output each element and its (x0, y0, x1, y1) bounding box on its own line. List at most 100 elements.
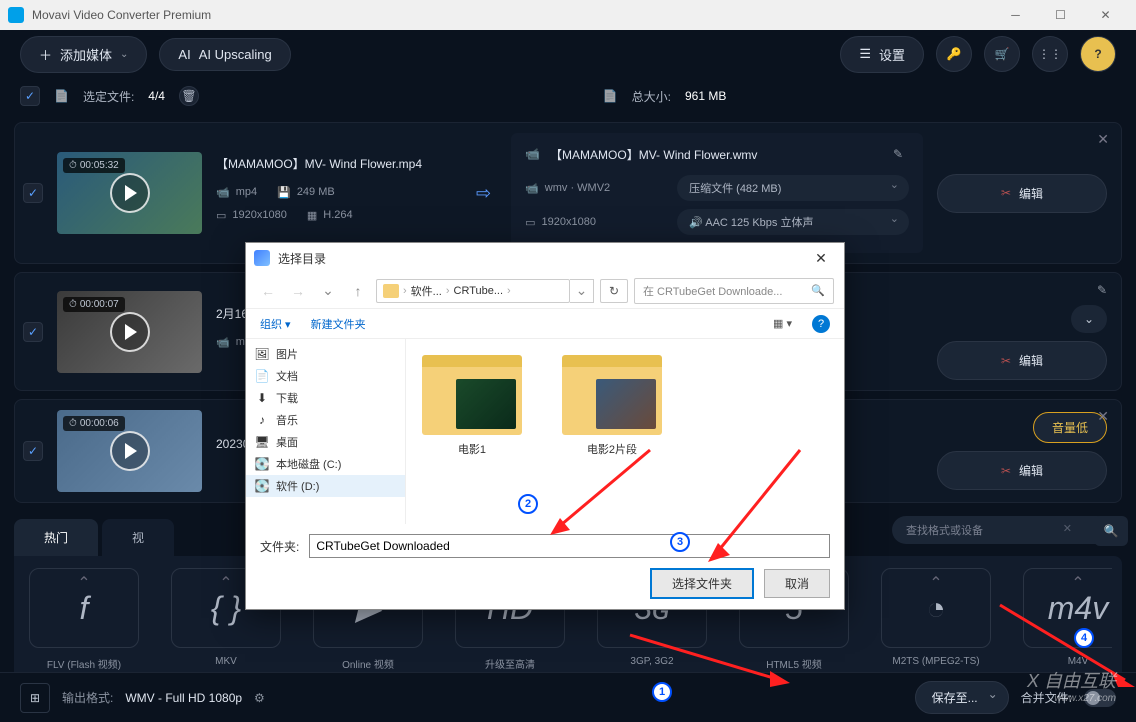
rename-icon[interactable]: ✎ (887, 143, 909, 165)
gear-icon[interactable]: ⚙ (254, 691, 265, 705)
video-thumbnail[interactable]: ⏱ 00:05:32 (57, 152, 202, 234)
nav-back-button[interactable]: ← (256, 279, 280, 303)
play-icon[interactable] (110, 431, 150, 471)
edit-button[interactable]: ✂ 编辑 (937, 174, 1107, 213)
dialog-titlebar: 选择目录 ✕ (246, 243, 844, 273)
output-format: 📹 wmv · WMV2 (525, 182, 665, 195)
key-button[interactable]: 🔑 (936, 36, 972, 72)
tab-video[interactable]: 视 (102, 519, 174, 556)
source-meta: 【MAMAMOO】MV- Wind Flower.mp4 📹 mp4 💾 249… (216, 155, 456, 232)
video-thumbnail[interactable]: ⏱ 00:00:07 (57, 291, 202, 373)
clear-search-icon[interactable]: ✕ (1063, 522, 1072, 535)
crumb-segment[interactable]: CRTube... (454, 285, 504, 297)
ai-upscaling-label: AI Upscaling (199, 47, 272, 62)
rename-icon[interactable]: ✎ (1097, 283, 1107, 297)
settings-icon: ☰ (859, 46, 871, 62)
edit-button[interactable]: ✂ 编辑 (937, 341, 1107, 380)
tree-item[interactable]: ⬇下载 (246, 387, 405, 409)
share-button[interactable]: ⋮⋮ (1032, 36, 1068, 72)
info-bar: ✓ 📄 选定文件: 4/4 🗑 📄 总大小: 961 MB (0, 78, 1136, 114)
annotation-marker-1: 1 (652, 682, 672, 702)
save-to-button[interactable]: 保存至... (915, 681, 1009, 714)
format-value: 📹 mp4 (216, 186, 257, 199)
maximize-button[interactable]: ☐ (1038, 0, 1083, 30)
folder-field-label: 文件夹: (260, 538, 299, 555)
select-all-checkbox[interactable]: ✓ (20, 86, 40, 106)
annotation-marker-4: 4 (1074, 628, 1094, 648)
dialog-title: 选择目录 (278, 250, 806, 267)
refresh-button[interactable]: ↻ (600, 279, 628, 303)
audio-select[interactable]: 🔊 AAC 125 Kbps 立体声 (677, 209, 909, 235)
delete-button[interactable]: 🗑 (179, 86, 199, 106)
window-title: Movavi Video Converter Premium (32, 8, 993, 22)
selected-files-label: 选定文件: (83, 88, 134, 105)
dialog-close-button[interactable]: ✕ (806, 250, 836, 267)
close-button[interactable]: ✕ (1083, 0, 1128, 30)
tree-item[interactable]: 🖼图片 (246, 343, 405, 365)
settings-button[interactable]: ☰ 设置 (840, 36, 924, 73)
folder-tree: 🖼图片📄文档⬇下载♪音乐🖥桌面💽本地磁盘 (C:)💽软件 (D:) (246, 339, 406, 524)
low-volume-badge[interactable]: 音量低 (1033, 412, 1107, 443)
folder-name-input[interactable] (309, 534, 830, 558)
edit-button[interactable]: ✂ 编辑 (937, 451, 1107, 490)
settings-label: 设置 (879, 45, 905, 64)
scissors-icon: ✂ (1001, 186, 1011, 200)
tree-item[interactable]: ♪音乐 (246, 409, 405, 431)
play-icon[interactable] (110, 312, 150, 352)
minimize-button[interactable]: ─ (993, 0, 1038, 30)
folder-item[interactable]: 电影2片段 (562, 355, 662, 457)
breadcrumb[interactable]: › 软件... › CRTube... › (376, 279, 570, 303)
dialog-nav: ← → ⌄ ↑ › 软件... › CRTube... › ⌄ ↻ 在 CRTu… (246, 273, 844, 309)
dropdown-button[interactable]: ⌄ (1071, 305, 1107, 333)
item-checkbox[interactable]: ✓ (23, 441, 43, 461)
total-size-value: 961 MB (685, 89, 726, 103)
crumb-segment[interactable]: 软件... (411, 283, 442, 299)
output-panel: 📹 【MAMAMOO】MV- Wind Flower.wmv ✎ 📹 wmv ·… (511, 133, 923, 253)
tree-item[interactable]: 💽软件 (D:) (246, 475, 405, 497)
view-mode-button[interactable]: ▦ ▾ (773, 317, 792, 330)
file-name: 【MAMAMOO】MV- Wind Flower.mp4 (216, 155, 456, 172)
format-search-input[interactable]: 查找格式或设备 ✕ (892, 516, 1112, 544)
tree-item[interactable]: 📄文档 (246, 365, 405, 387)
tab-popular[interactable]: 热门 (14, 519, 98, 556)
help-button[interactable]: ? (1080, 36, 1116, 72)
dialog-icon (254, 250, 270, 266)
card-close-icon[interactable]: ✕ (1097, 131, 1109, 148)
nav-up-button[interactable]: ↑ (346, 279, 370, 303)
format-tile[interactable]: m4vM4V (1018, 568, 1112, 671)
item-checkbox[interactable]: ✓ (23, 183, 43, 203)
edit-label: 编辑 (1019, 462, 1043, 479)
crumb-dropdown[interactable]: ⌄ (570, 279, 594, 303)
compress-select[interactable]: 压缩文件 (482 MB) (677, 175, 909, 201)
cart-button[interactable]: 🛒 (984, 36, 1020, 72)
total-size-label: 总大小: (632, 88, 671, 105)
nav-recent-button[interactable]: ⌄ (316, 279, 340, 303)
file-grid: 电影1 电影2片段 (406, 339, 844, 524)
search-box-button[interactable]: 🔍 (1094, 516, 1128, 546)
ai-upscaling-button[interactable]: AI AI Upscaling (159, 38, 290, 71)
tree-item[interactable]: 💽本地磁盘 (C:) (246, 453, 405, 475)
video-thumbnail[interactable]: ⏱ 00:00:06 (57, 410, 202, 492)
cancel-button[interactable]: 取消 (764, 569, 830, 598)
scissors-icon: ✂ (1001, 354, 1011, 368)
tree-item[interactable]: 🖥桌面 (246, 431, 405, 453)
play-icon[interactable] (110, 173, 150, 213)
edit-label: 编辑 (1019, 185, 1043, 202)
add-media-button[interactable]: ＋ 添加媒体 ⌄ (20, 36, 147, 73)
ai-icon: AI (178, 47, 190, 62)
dialog-help-button[interactable]: ? (812, 315, 830, 333)
format-tile[interactable]: ◔M2TS (MPEG2-TS) (876, 568, 996, 671)
organize-button[interactable]: 组织 ▾ (260, 316, 291, 332)
windows-icon[interactable]: ⊞ (20, 683, 50, 713)
new-folder-button[interactable]: 新建文件夹 (311, 316, 366, 332)
folder-item[interactable]: 电影1 (422, 355, 522, 457)
nav-forward-button[interactable]: → (286, 279, 310, 303)
dialog-search-input[interactable]: 在 CRTubeGet Downloade... 🔍 (634, 278, 834, 304)
card-close-icon[interactable]: ✕ (1097, 408, 1109, 425)
folder-icon (383, 284, 399, 298)
item-checkbox[interactable]: ✓ (23, 322, 43, 342)
dialog-body: 🖼图片📄文档⬇下载♪音乐🖥桌面💽本地磁盘 (C:)💽软件 (D:) 电影1 电影2… (246, 339, 844, 524)
select-folder-button[interactable]: 选择文件夹 (650, 568, 754, 599)
format-value: 📹 m (216, 336, 245, 349)
format-tile[interactable]: fFLV (Flash 视频) (24, 568, 144, 671)
